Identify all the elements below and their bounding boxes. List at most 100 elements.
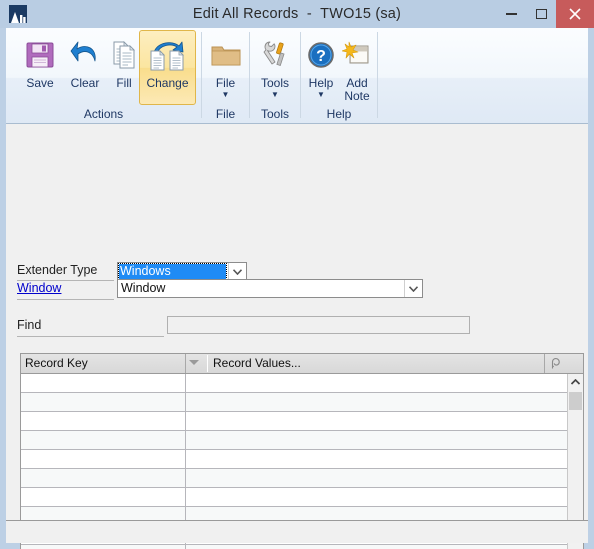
table-row[interactable] xyxy=(21,450,567,469)
clear-button-label: Clear xyxy=(70,76,100,90)
sort-dropdown-icon[interactable] xyxy=(189,360,199,365)
cell-record-values[interactable] xyxy=(191,393,563,411)
window-combo[interactable]: Window xyxy=(117,279,423,298)
cell-divider xyxy=(185,469,186,487)
grid-header-divider-1 xyxy=(185,354,186,373)
ribbon-group-file: File ▼ File xyxy=(202,28,249,123)
chevron-down-icon[interactable] xyxy=(228,263,246,280)
save-button[interactable]: Save xyxy=(16,31,64,104)
application-window: Edit All Records - TWO15 (sa) Save Clear… xyxy=(0,0,594,549)
cell-record-key[interactable] xyxy=(25,412,183,430)
cell-record-values[interactable] xyxy=(191,412,563,430)
chevron-down-icon: ▼ xyxy=(271,90,279,99)
cell-divider xyxy=(185,412,186,430)
table-row[interactable] xyxy=(21,488,567,507)
table-row[interactable] xyxy=(21,412,567,431)
wrench-screwdriver-icon xyxy=(260,35,290,75)
ribbon-group-help: ? Help ▼ Add Note Help xyxy=(301,28,377,123)
fill-button[interactable]: Fill xyxy=(105,31,143,104)
grid-column-header-record-values[interactable]: Record Values... xyxy=(213,354,301,373)
maximize-button[interactable] xyxy=(526,0,556,28)
tools-menu-button[interactable]: Tools ▼ xyxy=(252,31,298,104)
window-label-underline xyxy=(17,299,114,300)
cell-record-values[interactable] xyxy=(191,488,563,506)
table-row[interactable] xyxy=(21,393,567,412)
svg-text:?: ? xyxy=(316,48,326,65)
cell-record-values[interactable] xyxy=(191,545,563,549)
folder-icon xyxy=(210,35,242,75)
add-note-label-line1: Add xyxy=(346,76,368,90)
grid-header-divider-2 xyxy=(207,355,208,372)
cell-divider xyxy=(185,545,186,549)
cell-record-key[interactable] xyxy=(25,374,183,392)
ribbon-toolbar: Save Clear Fill Change Actions File ▼ Fi… xyxy=(6,28,588,124)
table-row[interactable] xyxy=(21,374,567,393)
window-link-label[interactable]: Window xyxy=(17,281,61,295)
fill-button-label: Fill xyxy=(116,76,132,90)
cell-divider xyxy=(185,374,186,392)
cell-divider xyxy=(185,393,186,411)
undo-arrow-icon xyxy=(69,35,101,75)
scroll-thumb[interactable] xyxy=(569,392,582,410)
ribbon-group-help-label: Help xyxy=(326,107,352,121)
floppy-disk-icon xyxy=(24,35,56,75)
save-button-label: Save xyxy=(26,76,54,90)
cell-record-key[interactable] xyxy=(25,393,183,411)
grid-header-row: Record Key Record Values... xyxy=(21,354,583,374)
cell-record-values[interactable] xyxy=(191,450,563,468)
find-input[interactable] xyxy=(167,316,470,334)
help-menu-label: Help xyxy=(308,76,334,90)
add-note-icon xyxy=(342,35,372,75)
grid-expand-icon[interactable] xyxy=(544,354,567,373)
find-label-underline xyxy=(17,336,164,337)
table-row[interactable] xyxy=(21,431,567,450)
cell-divider xyxy=(185,431,186,449)
chevron-down-icon[interactable] xyxy=(404,280,422,297)
chevron-down-icon: ▼ xyxy=(317,90,325,99)
cell-record-values[interactable] xyxy=(191,469,563,487)
cell-record-values[interactable] xyxy=(191,431,563,449)
close-icon xyxy=(569,8,581,20)
find-label: Find xyxy=(17,318,42,332)
cell-record-key[interactable] xyxy=(25,431,183,449)
window-combo-value: Window xyxy=(121,281,166,295)
add-note-label: Add Note xyxy=(344,77,369,103)
question-mark-icon: ? xyxy=(307,35,335,75)
table-row[interactable] xyxy=(21,545,567,549)
scroll-up-arrow-icon[interactable] xyxy=(568,374,583,390)
extender-type-label: Extender Type xyxy=(17,263,98,277)
file-menu-button[interactable]: File ▼ xyxy=(204,31,247,104)
cell-record-values[interactable] xyxy=(191,374,563,392)
minimize-icon xyxy=(505,13,517,15)
clear-button[interactable]: Clear xyxy=(62,31,108,104)
cell-record-key[interactable] xyxy=(25,450,183,468)
cell-record-key[interactable] xyxy=(25,545,183,549)
copy-documents-icon xyxy=(108,35,140,75)
cell-divider xyxy=(185,450,186,468)
extender-type-value[interactable]: Windows xyxy=(118,263,227,280)
grid-column-header-record-key[interactable]: Record Key xyxy=(25,354,88,373)
status-bar xyxy=(6,520,588,543)
title-bar: Edit All Records - TWO15 (sa) xyxy=(0,0,594,28)
form-body: Extender Type Windows Window Window Find… xyxy=(6,124,588,549)
change-documents-icon xyxy=(148,35,188,75)
cell-record-key[interactable] xyxy=(25,488,183,506)
help-menu-button[interactable]: ? Help ▼ xyxy=(303,31,339,104)
ribbon-group-tools: Tools ▼ Tools xyxy=(250,28,300,123)
add-note-button[interactable]: Add Note xyxy=(339,31,375,104)
file-menu-label: File xyxy=(215,76,236,90)
change-button[interactable]: Change xyxy=(139,30,196,105)
tools-menu-label: Tools xyxy=(260,76,289,90)
ribbon-divider-4 xyxy=(377,32,378,118)
table-row[interactable] xyxy=(21,469,567,488)
ribbon-group-actions-label: Actions xyxy=(83,107,124,121)
change-button-label: Change xyxy=(146,76,189,90)
close-button[interactable] xyxy=(556,0,594,28)
add-note-label-line2: Note xyxy=(344,89,370,103)
ribbon-group-file-label: File xyxy=(215,107,236,121)
minimize-button[interactable] xyxy=(496,0,526,28)
chevron-down-icon: ▼ xyxy=(221,90,230,99)
ribbon-group-actions: Save Clear Fill Change Actions xyxy=(6,28,201,123)
cell-divider xyxy=(185,488,186,506)
cell-record-key[interactable] xyxy=(25,469,183,487)
